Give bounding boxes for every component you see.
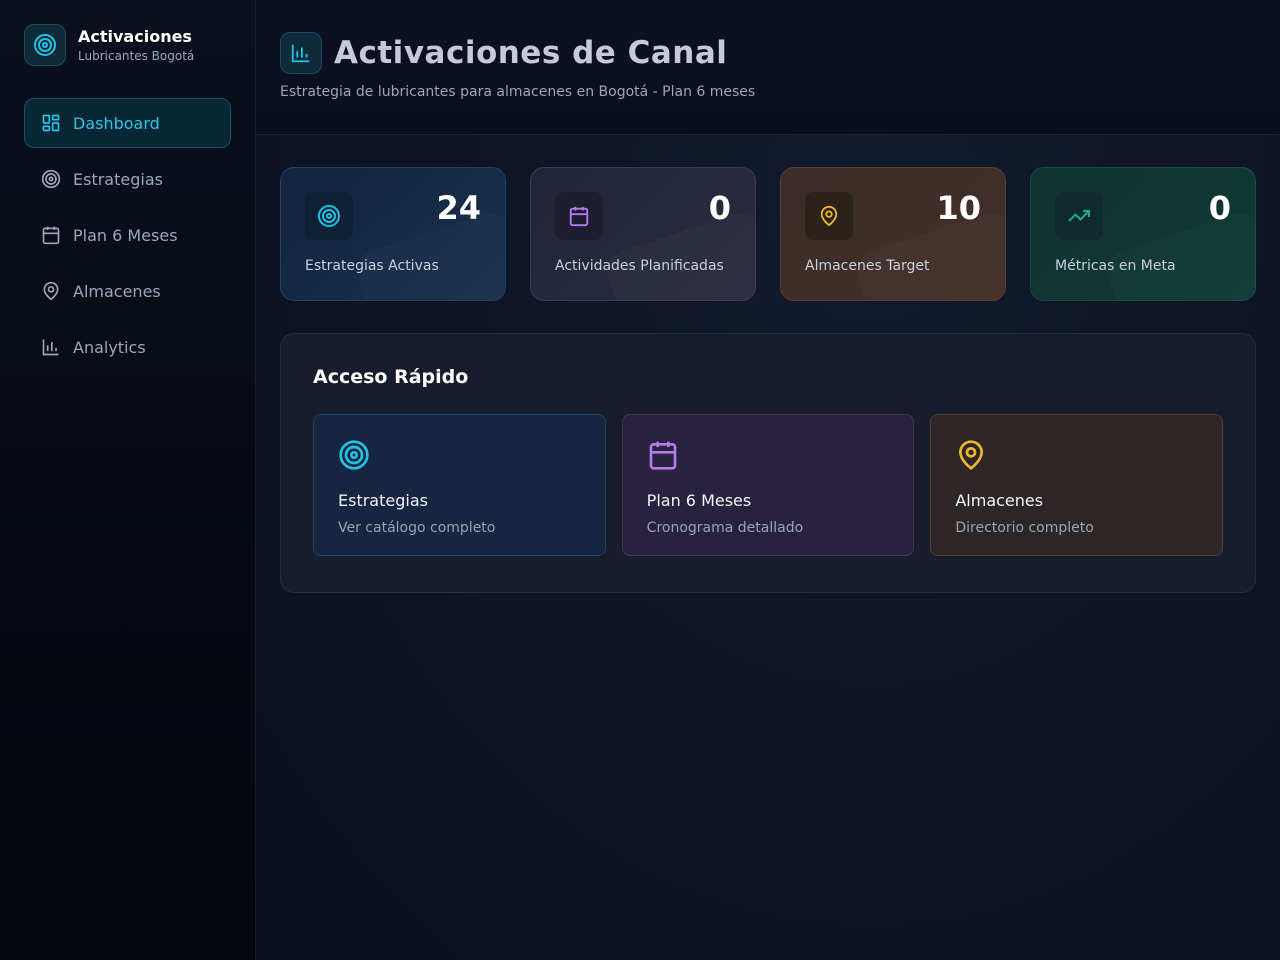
bar-chart-icon <box>280 32 322 74</box>
quick-access-title: Acceso Rápido <box>313 366 469 388</box>
sidebar-item-label: Dashboard <box>73 113 160 133</box>
target-icon <box>338 439 370 471</box>
brand: Activaciones Lubricantes Bogotá <box>24 24 231 66</box>
stat-label: Almacenes Target <box>805 258 930 274</box>
quick-access-row: Estrategias Ver catálogo completo Plan 6… <box>313 414 1224 556</box>
sidebar-item-label: Analytics <box>73 337 146 357</box>
sidebar-item-dashboard[interactable]: Dashboard <box>24 98 231 148</box>
stat-value: 0 <box>1208 189 1231 227</box>
trending-up-icon <box>1055 192 1103 240</box>
stat-label: Actividades Planificadas <box>555 258 724 274</box>
dashboard-icon <box>41 113 61 133</box>
page-header: Activaciones de Canal Estrategia de lubr… <box>256 0 1280 135</box>
stat-label: Métricas en Meta <box>1055 258 1176 274</box>
map-pin-icon <box>41 281 61 301</box>
sidebar-item-label: Almacenes <box>73 281 161 301</box>
quick-card-plan[interactable]: Plan 6 Meses Cronograma detallado <box>621 414 915 556</box>
sidebar-item-analytics[interactable]: Analytics <box>24 322 231 372</box>
target-icon <box>305 192 353 240</box>
target-icon <box>41 169 61 189</box>
quick-card-description: Directorio completo <box>955 520 1094 536</box>
quick-card-description: Cronograma detallado <box>646 520 804 536</box>
quick-card-description: Ver catálogo completo <box>338 520 496 536</box>
calendar-icon <box>647 439 679 471</box>
target-icon <box>24 24 66 66</box>
app-shell: Activaciones Lubricantes Bogotá Dashboar… <box>0 0 1280 960</box>
dashboard-content: 24 Estrategias Activas 0 Actividades Pla… <box>256 135 1280 593</box>
stat-card-almacenes: 10 Almacenes Target <box>780 167 1006 301</box>
stat-value: 10 <box>936 189 981 227</box>
brand-title: Activaciones <box>78 26 192 46</box>
quick-card-label: Plan 6 Meses <box>646 491 752 510</box>
stat-value: 0 <box>708 189 731 227</box>
map-pin-icon <box>805 192 853 240</box>
stats-row: 24 Estrategias Activas 0 Actividades Pla… <box>280 167 1256 301</box>
quick-card-label: Almacenes <box>955 491 1044 510</box>
main-content: Activaciones de Canal Estrategia de lubr… <box>256 0 1280 960</box>
page-title: Activaciones de Canal <box>334 35 728 71</box>
sidebar-item-label: Estrategias <box>73 169 163 189</box>
sidebar: Activaciones Lubricantes Bogotá Dashboar… <box>0 0 256 960</box>
quick-card-label: Estrategias <box>338 491 428 510</box>
sidebar-item-label: Plan 6 Meses <box>73 225 178 245</box>
quick-access-panel: Acceso Rápido Estrategias Ver catálogo c… <box>280 333 1256 593</box>
calendar-icon <box>41 225 61 245</box>
brand-subtitle: Lubricantes Bogotá <box>78 48 195 63</box>
calendar-icon <box>555 192 603 240</box>
bar-chart-icon <box>41 337 61 357</box>
sidebar-item-estrategias[interactable]: Estrategias <box>24 154 231 204</box>
quick-card-almacenes[interactable]: Almacenes Directorio completo <box>930 414 1224 556</box>
page-subtitle: Estrategia de lubricantes para almacenes… <box>280 84 756 100</box>
stat-card-metricas: 0 Métricas en Meta <box>1030 167 1256 301</box>
stat-label: Estrategias Activas <box>305 258 439 274</box>
map-pin-icon <box>955 439 987 471</box>
sidebar-item-almacenes[interactable]: Almacenes <box>24 266 231 316</box>
stat-value: 24 <box>436 189 481 227</box>
quick-card-estrategias[interactable]: Estrategias Ver catálogo completo <box>313 414 606 556</box>
sidebar-item-plan[interactable]: Plan 6 Meses <box>24 210 231 260</box>
stat-card-actividades: 0 Actividades Planificadas <box>530 167 756 301</box>
sidebar-nav: Dashboard Estrategias Plan 6 Meses Almac… <box>24 98 231 372</box>
stat-card-estrategias: 24 Estrategias Activas <box>280 167 506 301</box>
